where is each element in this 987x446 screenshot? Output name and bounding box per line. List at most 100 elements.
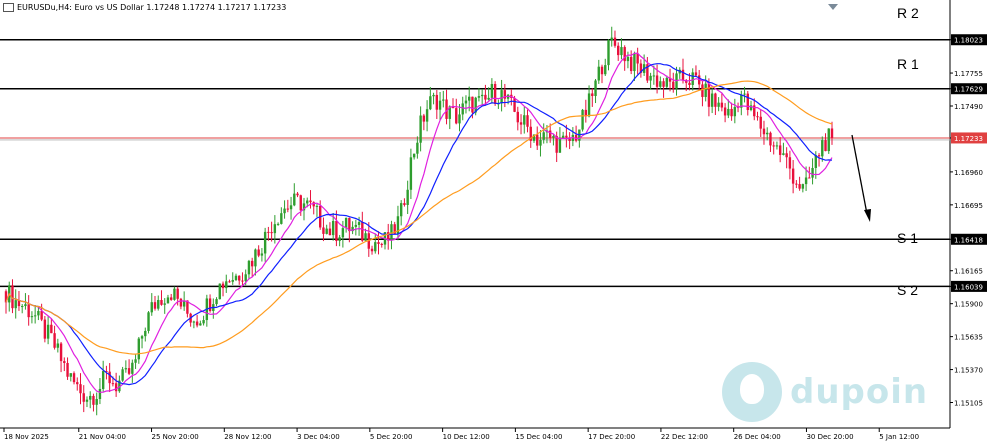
candle-body <box>714 93 717 107</box>
candle-body <box>95 399 98 405</box>
time-tick-label: 10 Dec 12:00 <box>443 433 490 441</box>
candle-body <box>335 221 338 241</box>
candle-body <box>157 300 160 309</box>
candle-body <box>769 132 772 146</box>
candle-body <box>604 65 607 75</box>
candle-body <box>53 333 56 348</box>
candle-body <box>795 183 798 185</box>
candle-body <box>743 93 746 95</box>
candle-body <box>613 37 617 46</box>
candle-body <box>821 140 824 157</box>
candle-body <box>672 81 675 89</box>
candle-body <box>720 102 724 108</box>
time-tick-label: 3 Dec 04:00 <box>297 433 340 441</box>
candle-body <box>681 69 685 81</box>
candle-body <box>40 310 43 320</box>
candle-body <box>140 336 144 339</box>
candle-body <box>364 233 367 241</box>
candle-body <box>322 227 325 234</box>
candle-body <box>691 72 694 85</box>
candle-body <box>244 274 247 282</box>
candle-body <box>92 395 95 405</box>
candle-body <box>730 108 733 117</box>
candle-body <box>775 145 779 147</box>
candle-body <box>707 83 711 107</box>
candle-body <box>254 249 257 267</box>
candle-body <box>260 253 264 256</box>
candle-body <box>461 103 464 115</box>
candle-body <box>471 96 474 113</box>
candle-body <box>500 90 503 104</box>
candle-body <box>293 193 296 206</box>
candle-body <box>519 122 523 125</box>
candle-body <box>192 321 196 323</box>
candle-body <box>108 371 111 384</box>
candle-body <box>357 222 361 225</box>
level-label-r2: R 2 <box>897 5 919 21</box>
candle-body <box>652 75 656 77</box>
candle-body <box>429 96 432 110</box>
candle-body <box>587 93 591 117</box>
candle-body <box>241 280 244 282</box>
candle-body <box>811 167 814 178</box>
down-arrow-icon <box>864 209 871 222</box>
time-tick-label: 15 Dec 04:00 <box>515 433 562 441</box>
candle-body <box>710 93 714 107</box>
moving-average-ma_slow <box>5 80 833 355</box>
price-tag-label: 1.17233 <box>954 135 983 143</box>
shift-marker-icon <box>828 4 838 10</box>
candle-body <box>137 338 141 360</box>
level-label-s1: S 1 <box>897 230 919 246</box>
candle-body <box>98 388 102 400</box>
candle-body <box>513 97 516 112</box>
candle-body <box>63 361 66 363</box>
price-tag-label: 1.16418 <box>954 236 983 244</box>
price-tick-label: 1.15370 <box>954 367 983 375</box>
price-axis: 1.18023 1.17755 1.17629 1.17490 1.17233 1.169… <box>950 34 987 408</box>
candle-body <box>594 80 597 97</box>
candle-body <box>607 40 610 66</box>
candle-body <box>827 128 830 152</box>
time-tick-label: 17 Dec 20:00 <box>588 433 635 441</box>
candle-body <box>354 224 358 227</box>
candle-body <box>788 157 792 169</box>
candle-body <box>299 195 302 211</box>
candle-body <box>328 228 332 236</box>
candle-body <box>114 383 118 392</box>
candle-body <box>801 184 805 189</box>
down-arrow-shaft <box>851 134 868 215</box>
candle-body <box>111 383 115 385</box>
candle-body <box>762 128 766 135</box>
price-tick-label: 1.15105 <box>954 400 983 408</box>
candle-body <box>539 139 542 146</box>
candle-body <box>331 221 335 236</box>
candle-body <box>46 324 50 339</box>
candle-body <box>438 100 442 110</box>
candle-body <box>325 228 328 234</box>
candle-body <box>160 300 163 305</box>
time-tick-label: 5 Jan 12:00 <box>879 433 919 441</box>
chart-header: EURUSDu,H4: Euro vs US Dollar 1.17248 1.… <box>3 3 286 12</box>
candle-body <box>824 140 827 152</box>
candle-body <box>412 153 416 158</box>
candle-body <box>166 297 170 304</box>
price-tag-label: 1.16039 <box>954 283 983 291</box>
candle-body <box>617 45 620 56</box>
candle-body <box>772 145 775 147</box>
candle-body <box>597 66 600 81</box>
candle-body <box>406 189 409 205</box>
candle-body <box>247 260 251 275</box>
candle-body <box>289 205 293 210</box>
candle-body <box>69 373 72 377</box>
candle-body <box>238 275 241 281</box>
candle-body <box>659 81 662 87</box>
candle-body <box>694 72 698 76</box>
candle-body <box>234 275 238 281</box>
candle-body <box>50 324 53 334</box>
time-tick-label: 21 Nov 04:00 <box>79 433 126 441</box>
candle-body <box>170 297 173 300</box>
dupoin-logo-icon <box>722 362 782 422</box>
candle-body <box>276 223 280 225</box>
candle-body <box>43 319 47 339</box>
candle-body <box>221 283 225 289</box>
